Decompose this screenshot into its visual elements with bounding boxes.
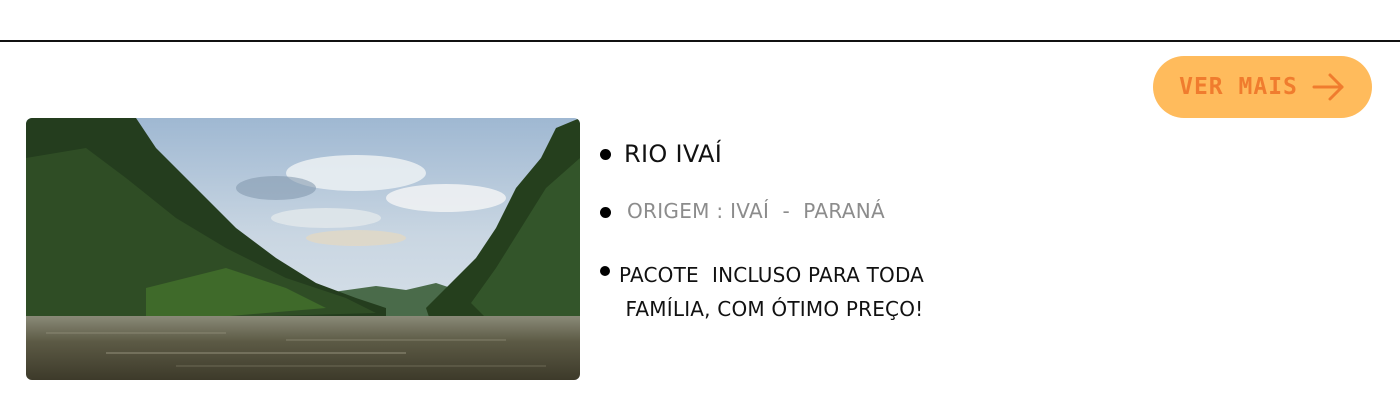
description-text-line1: PACOTE INCLUSO PARA TODA — [619, 263, 925, 287]
origin-line: ORIGEM : IVAÍ - PARANÁ — [600, 197, 885, 225]
river-photo — [26, 118, 580, 380]
description-line: PACOTE INCLUSO PARA TODA FAMÍLIA, COM ÓT… — [600, 258, 924, 326]
ver-mais-label: VER MAIS — [1179, 74, 1298, 100]
title-line: RIO IVAÍ — [600, 138, 722, 170]
destination-title: RIO IVAÍ — [624, 140, 723, 168]
page: VER MAIS RIO IVAÍ ORIGEM: IVAÍ - PARANÁ… — [0, 0, 1400, 400]
description-text-line2: FAMÍLIA, COM ÓTIMO PREÇO! — [619, 297, 924, 321]
bullet-icon — [600, 149, 611, 160]
arrow-right-icon — [1312, 73, 1344, 101]
divider-line — [0, 40, 1400, 42]
bullet-icon — [600, 207, 611, 218]
ver-mais-button[interactable]: VER MAIS — [1153, 56, 1372, 118]
origin-text: ORIGEM : IVAÍ - PARANÁ — [627, 199, 885, 223]
bullet-icon — [600, 266, 610, 276]
